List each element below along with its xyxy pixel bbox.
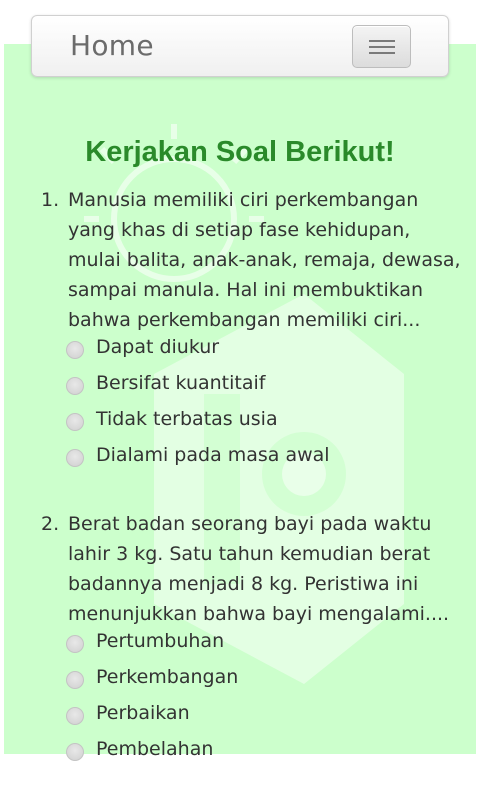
question-line: lahir 3 kg. Satu tahun kemudian berat (68, 543, 431, 565)
question-text: Manusia memiliki ciri perkembangan yang … (68, 185, 468, 335)
question-line: sampai manula. Hal ini membuktikan (68, 279, 424, 301)
question-number: 2. (41, 513, 60, 535)
radio-button[interactable] (66, 635, 84, 653)
option-label[interactable]: Tidak terbatas usia (96, 408, 278, 430)
radio-button[interactable] (66, 341, 84, 359)
menu-button[interactable] (352, 25, 411, 68)
question-line: yang khas di setiap fase kehidupan, (68, 219, 411, 241)
radio-button[interactable] (66, 413, 84, 431)
radio-button[interactable] (66, 671, 84, 689)
question-line: bahwa perkembangan memiliki ciri... (68, 309, 421, 331)
question-line: Manusia memiliki ciri perkembangan (68, 189, 419, 211)
option-label[interactable]: Pembelahan (96, 738, 213, 760)
question-number: 1. (41, 189, 60, 211)
question-line: menunjukkan bahwa bayi mengalami.... (68, 603, 450, 625)
option-label[interactable]: Perkembangan (96, 666, 238, 688)
option-2b[interactable]: Perkembangan (66, 662, 446, 698)
option-1b[interactable]: Bersifat kuantitaif (66, 368, 446, 404)
option-1a[interactable]: Dapat diukur (66, 332, 446, 368)
option-1d[interactable]: Dialami pada masa awal (66, 440, 446, 476)
option-2d[interactable]: Pembelahan (66, 734, 446, 770)
page-title: Kerjakan Soal Berikut! (85, 136, 395, 168)
question-text: Berat badan seorang bayi pada waktu lahi… (68, 509, 468, 629)
radio-button[interactable] (66, 449, 84, 467)
option-label[interactable]: Pertumbuhan (96, 630, 224, 652)
option-label[interactable]: Bersifat kuantitaif (96, 372, 265, 394)
question-line: badannya menjadi 8 kg. Peristiwa ini (68, 573, 419, 595)
option-label[interactable]: Perbaikan (96, 702, 190, 724)
question-line: mulai balita, anak-anak, remaja, dewasa, (68, 249, 461, 271)
top-navbar: Home (31, 15, 449, 77)
option-2a[interactable]: Pertumbuhan (66, 626, 446, 662)
radio-button[interactable] (66, 743, 84, 761)
option-label[interactable]: Dialami pada masa awal (96, 444, 330, 466)
option-2c[interactable]: Perbaikan (66, 698, 446, 734)
radio-button[interactable] (66, 707, 84, 725)
navbar-title[interactable]: Home (70, 29, 154, 62)
radio-button[interactable] (66, 377, 84, 395)
option-label[interactable]: Dapat diukur (96, 336, 219, 358)
option-1c[interactable]: Tidak terbatas usia (66, 404, 446, 440)
question-line: Berat badan seorang bayi pada waktu (68, 513, 432, 535)
